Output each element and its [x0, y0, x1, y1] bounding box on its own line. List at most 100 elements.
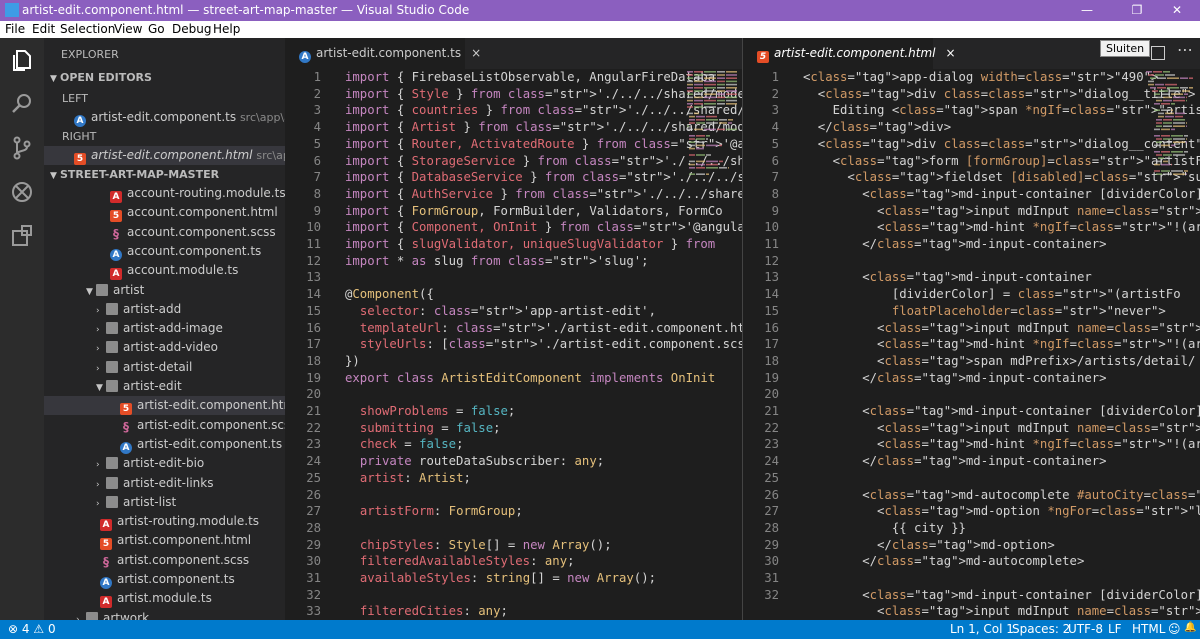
menu-go[interactable]: Go — [148, 22, 165, 36]
code-line[interactable]: 16 templateUrl: class="str">'./artist-ed… — [285, 320, 742, 337]
minimize-button[interactable]: — — [1064, 0, 1110, 21]
code-line[interactable]: 8 import { AuthService } from class="str"… — [285, 186, 742, 203]
code-line[interactable]: 7 import { DatabaseService } from class="… — [285, 169, 742, 186]
code-line[interactable]: 27 <class="tag">md-option *ngFor=class="… — [743, 503, 1200, 520]
tree-file[interactable]: Aartist-edit.component.ts — [44, 435, 285, 454]
chevron-right-icon[interactable]: › — [96, 321, 106, 340]
code-line[interactable]: 24 </class="tag">md-input-container> — [743, 453, 1200, 470]
tree-file[interactable]: Aartist-routing.module.ts — [44, 512, 285, 532]
code-line[interactable]: 14 @Component({ — [285, 286, 742, 303]
indentation[interactable]: Spaces: 2 — [1012, 622, 1070, 636]
tree-file[interactable]: Aaccount.module.ts — [44, 261, 285, 281]
code-line[interactable]: 23 check = false; — [285, 436, 742, 453]
code-line[interactable]: 9 <class="tag">input mdInput name=class=… — [743, 203, 1200, 220]
tree-file[interactable]: § artist-edit.component.scss — [44, 416, 285, 435]
feedback-icon[interactable]: ☺ — [1168, 622, 1181, 636]
menu-view[interactable]: View — [114, 22, 142, 36]
code-line[interactable]: 11 import { slugValidator, uniqueSlugVali… — [285, 236, 742, 253]
notification-bell-icon[interactable]: 🔔 — [1184, 622, 1196, 633]
code-line[interactable]: 15 floatPlaceholder=class="str">"never"> — [743, 303, 1200, 320]
tree-file[interactable]: Aaccount.component.ts — [44, 242, 285, 261]
code-line[interactable]: 33 filteredCities: any; — [285, 603, 742, 620]
tree-file[interactable]: 5 artist-edit.component.html — [44, 396, 285, 416]
code-line[interactable]: 23 <class="tag">md-hint *ngIf=class="str… — [743, 436, 1200, 453]
line-ending[interactable]: LF — [1108, 622, 1122, 636]
code-line[interactable]: 5 import { Router, ActivatedRoute } from … — [285, 136, 742, 153]
code-line[interactable]: 19 export class ArtistEditComponent imple… — [285, 370, 742, 387]
code-line[interactable]: 20 — [285, 386, 742, 403]
explorer-icon[interactable] — [8, 46, 36, 74]
code-line[interactable]: 24 private routeDataSubscriber: any; — [285, 453, 742, 470]
left-minimap[interactable] — [685, 69, 741, 620]
code-line[interactable]: 32 <class="tag">md-input-container [divi… — [743, 587, 1200, 604]
chevron-right-icon[interactable]: › — [96, 302, 106, 321]
code-line[interactable]: 12 import * as slug from class="str">'slu… — [285, 253, 742, 270]
code-line[interactable]: 31 availableStyles: string[] = new Array… — [285, 570, 742, 587]
code-line[interactable]: 6 import { StorageService } from class="s… — [285, 153, 742, 170]
tree-file[interactable]: § account.component.scss — [44, 223, 285, 242]
code-line[interactable]: 8 <class="tag">md-input-container [divid… — [743, 186, 1200, 203]
tree-folder[interactable]: › artist-edit-links — [44, 474, 285, 493]
open-editors-header[interactable]: ▼ OPEN EDITORS — [44, 68, 285, 87]
chevron-down-icon[interactable]: ▼ — [96, 379, 106, 398]
code-line[interactable]: 6 <class="tag">form [formGroup]=class="s… — [743, 153, 1200, 170]
code-line[interactable]: 28 {{ city }} — [743, 520, 1200, 537]
code-line[interactable]: 4 </class="tag">div> — [743, 119, 1200, 136]
tree-folder[interactable]: › artist-list — [44, 493, 285, 512]
project-header[interactable]: ▼ STREET-ART-MAP-MASTER — [44, 165, 285, 184]
tree-folder[interactable]: › artist-detail — [44, 358, 285, 377]
tree-file[interactable]: Aartist.module.ts — [44, 589, 285, 609]
code-line[interactable]: 16 <class="tag">input mdInput name=class… — [743, 320, 1200, 337]
code-line[interactable]: 26 — [285, 487, 742, 504]
tree-folder[interactable]: › artist-add-image — [44, 319, 285, 338]
code-line[interactable]: <class="tag">input mdInput name=class="s… — [743, 603, 1200, 620]
tab-artist-edit-html[interactable]: 5 artist-edit.component.html × — [743, 38, 956, 69]
tree-file[interactable]: § artist.component.scss — [44, 551, 285, 570]
code-line[interactable]: 17 styleUrls: [class="str">'./artist-edi… — [285, 336, 742, 353]
code-line[interactable]: 10 <class="tag">md-hint *ngIf=class="str… — [743, 219, 1200, 236]
tree-folder[interactable]: › artist-edit-bio — [44, 454, 285, 473]
code-line[interactable]: 31 — [743, 570, 1200, 587]
language-mode[interactable]: HTML — [1132, 622, 1165, 636]
menu-file[interactable]: File — [5, 22, 25, 36]
code-line[interactable]: 21 showProblems = false; — [285, 403, 742, 420]
tab-artist-edit-ts[interactable]: Aartist-edit.component.ts × — [285, 38, 481, 69]
chevron-right-icon[interactable]: › — [96, 340, 106, 359]
close-icon[interactable]: × — [471, 46, 481, 60]
code-line[interactable]: 15 selector: class="str">'app-artist-edi… — [285, 303, 742, 320]
code-line[interactable]: 14 [dividerColor] = class="str">"(artist… — [743, 286, 1200, 303]
code-line[interactable]: 25 — [743, 470, 1200, 487]
code-line[interactable]: 29 chipStyles: Style[] = new Array(); — [285, 537, 742, 554]
more-actions-icon[interactable]: ⋯ — [1177, 40, 1193, 59]
code-line[interactable]: 2 <class="tag">div class=class="str">"di… — [743, 86, 1200, 103]
code-line[interactable]: 19 </class="tag">md-input-container> — [743, 370, 1200, 387]
tree-folder[interactable]: › artist-add-video — [44, 338, 285, 357]
split-editor-icon[interactable] — [1151, 46, 1165, 60]
encoding[interactable]: UTF-8 — [1068, 622, 1103, 636]
code-line[interactable]: 28 — [285, 520, 742, 537]
chevron-right-icon[interactable]: › — [96, 495, 106, 514]
chevron-right-icon[interactable]: › — [96, 360, 106, 379]
code-line[interactable]: 21 <class="tag">md-input-container [divi… — [743, 403, 1200, 420]
extensions-icon[interactable] — [8, 222, 36, 250]
tree-folder[interactable]: › artwork — [44, 609, 285, 620]
tree-file[interactable]: Aaccount-routing.module.ts — [44, 184, 285, 203]
menu-debug[interactable]: Debug — [172, 22, 211, 36]
close-icon[interactable]: × — [946, 46, 956, 60]
code-line[interactable]: 30 </class="tag">md-autocomplete> — [743, 553, 1200, 570]
code-line[interactable]: 3 import { countries } from class="str">'… — [285, 102, 742, 119]
code-line[interactable]: 2 import { Style } from class="str">'./..… — [285, 86, 742, 103]
code-line[interactable]: 1 import { FirebaseListObservable, Angula… — [285, 69, 742, 86]
close-window-button[interactable]: ✕ — [1154, 0, 1200, 21]
left-code-editor[interactable]: 1 import { FirebaseListObservable, Angula… — [285, 69, 742, 620]
code-line[interactable]: 7 <class="tag">fieldset [disabled]=class… — [743, 169, 1200, 186]
code-line[interactable]: 9 import { FormGroup, FormBuilder, Valida… — [285, 203, 742, 220]
code-line[interactable]: 22 <class="tag">input mdInput name=class… — [743, 420, 1200, 437]
chevron-right-icon[interactable]: › — [96, 456, 106, 475]
tree-file[interactable]: 5 artist.component.html — [44, 531, 285, 551]
code-line[interactable]: 13 <class="tag">md-input-container — [743, 269, 1200, 286]
cursor-position[interactable]: Ln 1, Col 1 — [950, 622, 1014, 636]
code-line[interactable]: 4 import { Artist } from class="str">'./.… — [285, 119, 742, 136]
code-line[interactable]: 22 submitting = false; — [285, 420, 742, 437]
menu-selection[interactable]: Selection — [60, 22, 115, 36]
